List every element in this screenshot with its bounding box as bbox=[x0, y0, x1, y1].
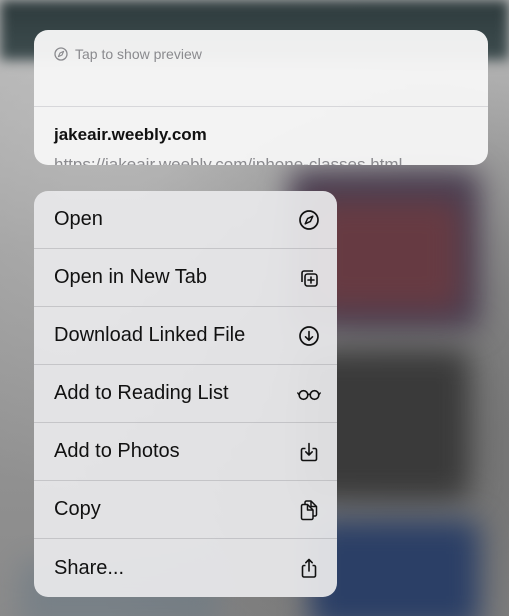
menu-item-label: Download Linked File bbox=[54, 324, 246, 346]
menu-item-label: Add to Photos bbox=[54, 440, 180, 462]
preview-url: https://jakeair.weebly.com/iphone-classe… bbox=[54, 155, 403, 165]
menu-item-add-to-reading-list[interactable]: Add to Reading List bbox=[34, 365, 337, 423]
preview-divider bbox=[34, 106, 488, 107]
menu-item-label: Open in New Tab bbox=[54, 266, 208, 288]
download-icon bbox=[297, 324, 321, 348]
menu-item-open[interactable]: Open bbox=[34, 191, 337, 249]
preview-site-title: jakeair.weebly.com bbox=[54, 125, 207, 144]
menu-item-download-linked-file[interactable]: Download Linked File bbox=[34, 307, 337, 365]
share-icon bbox=[297, 556, 321, 580]
menu-item-share[interactable]: Share... bbox=[34, 539, 337, 597]
preview-hint-text: Tap to show preview bbox=[75, 46, 202, 62]
link-preview-card[interactable]: Tap to show preview jakeair.weebly.com h… bbox=[34, 30, 488, 165]
copy-icon bbox=[297, 498, 321, 522]
menu-item-add-to-photos[interactable]: Add to Photos bbox=[34, 423, 337, 481]
save-to-photos-icon bbox=[297, 440, 321, 464]
tap-to-preview-hint[interactable]: Tap to show preview bbox=[54, 40, 202, 68]
menu-item-copy[interactable]: Copy bbox=[34, 481, 337, 539]
menu-item-label: Open bbox=[54, 208, 103, 230]
menu-item-label: Share... bbox=[54, 556, 125, 579]
menu-item-open-in-new-tab[interactable]: Open in New Tab bbox=[34, 249, 337, 307]
new-tab-icon bbox=[297, 266, 321, 290]
context-menu: Open Open in New Tab Download Linked Fil… bbox=[34, 191, 337, 597]
compass-icon bbox=[54, 47, 68, 61]
menu-item-label: Copy bbox=[54, 498, 101, 520]
glasses-icon bbox=[297, 382, 321, 406]
menu-item-label: Add to Reading List bbox=[54, 382, 229, 404]
compass-icon bbox=[297, 208, 321, 232]
